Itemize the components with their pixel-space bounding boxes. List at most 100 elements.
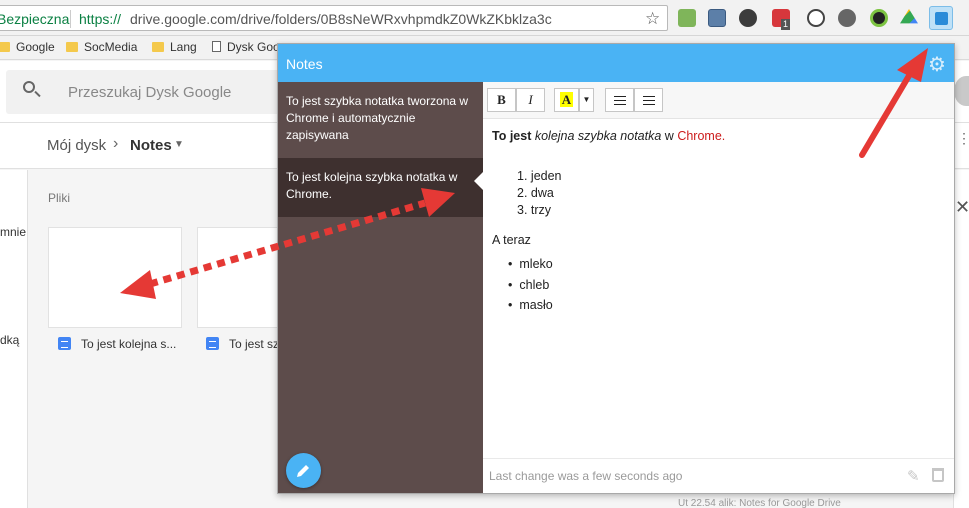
- details-panel: [953, 170, 969, 508]
- secure-label: Bezpieczna: [0, 11, 70, 27]
- editor-footer: Last change was a few seconds ago ✎: [483, 458, 954, 493]
- caret-down-icon[interactable]: ▼: [174, 139, 184, 150]
- rail-text[interactable]: mnie: [0, 225, 26, 239]
- notes-extension-button[interactable]: [929, 6, 953, 30]
- list-marker: 3.: [517, 203, 528, 217]
- bullet-list-icon: [613, 96, 626, 105]
- ordered-list-item: 1. jeden: [517, 168, 562, 185]
- text-color-button[interactable]: A: [554, 88, 579, 112]
- popup-title: Notes: [286, 56, 323, 72]
- address-bar: Bezpieczna https:// drive.google.com/dri…: [0, 0, 969, 36]
- search-input[interactable]: Przeszukaj Dysk Google: [68, 84, 231, 101]
- trash-icon[interactable]: [932, 468, 944, 482]
- bookmark-label: Dysk Goo: [227, 40, 280, 54]
- note-line-1: To jest kolejna szybka notatka w Chrome.: [492, 128, 947, 144]
- selected-note-pointer: [474, 172, 483, 190]
- breadcrumb-my-drive[interactable]: Mój dysk: [47, 137, 106, 154]
- drive-left-rail: mnie dką: [0, 170, 28, 508]
- gear-icon[interactable]: ⚙: [928, 52, 946, 77]
- bookmark-label: Google: [16, 40, 55, 54]
- note-editor: B I A ▼ To jest kolejna szybka notatka w…: [483, 82, 954, 493]
- numbered-list-button[interactable]: [634, 88, 663, 112]
- notes-icon: [935, 12, 948, 25]
- star-icon[interactable]: ☆: [645, 9, 660, 29]
- numbered-list-icon: [642, 96, 655, 105]
- extension-star-icon[interactable]: [708, 9, 726, 27]
- google-drive-icon[interactable]: [900, 9, 918, 24]
- bullet-list: mleko chleb masło: [508, 254, 553, 316]
- note-content[interactable]: To jest kolejna szybka notatka w Chrome.…: [492, 128, 947, 312]
- doc-icon: [206, 337, 219, 350]
- bookmark-google[interactable]: Google: [0, 40, 55, 54]
- folder-icon: [66, 42, 78, 52]
- list-item-text: trzy: [530, 203, 552, 217]
- note-list-item[interactable]: To jest szybka notatka tworzona w Chrome…: [278, 82, 483, 155]
- file-name[interactable]: To jest sz: [206, 337, 279, 351]
- bullet-list-item: mleko: [508, 254, 552, 275]
- bullet-list-item: chleb: [508, 275, 553, 296]
- notes-popup: Notes ⚙ To jest szybka notatka tworzona …: [277, 43, 955, 494]
- bookmark-dysk-google[interactable]: Dysk Goo: [212, 40, 280, 54]
- breadcrumb-separator: ›: [113, 135, 119, 152]
- file-name-text: To jest kolejna s...: [81, 337, 177, 351]
- folder-icon: [152, 42, 164, 52]
- url-text: drive.google.com/drive/folders/0B8sNeWRx…: [130, 11, 552, 27]
- bookmark-label: Lang: [170, 40, 197, 54]
- extension-evernote-clip-icon[interactable]: [678, 9, 696, 27]
- url-protocol: https://: [79, 11, 122, 27]
- list-item-text: dwa: [530, 186, 554, 200]
- pencil-icon: [297, 465, 309, 477]
- close-icon[interactable]: ✕: [955, 197, 969, 218]
- doc-icon: [58, 337, 71, 350]
- list-marker: 1.: [517, 169, 528, 183]
- page-icon: [212, 41, 221, 52]
- extension-pocket-icon[interactable]: 1: [772, 9, 791, 30]
- bold-text: To jest: [492, 129, 532, 143]
- details-activity-text: Ut 22.54 alik: Notes for Google Drive: [678, 498, 841, 508]
- drive-search-box[interactable]: Przeszukaj Dysk Google: [6, 70, 306, 114]
- red-text: Chrome: [677, 129, 722, 143]
- bullet-list-item: masło: [508, 295, 552, 316]
- italic-button[interactable]: I: [516, 88, 545, 112]
- note-list-item-selected[interactable]: To jest kolejna szybka notatka w Chrome.: [278, 158, 483, 217]
- bold-button[interactable]: B: [487, 88, 516, 112]
- italic-text: kolejna szybka notatka: [534, 129, 662, 143]
- text-color-icon: A: [559, 92, 574, 107]
- file-name[interactable]: To jest kolejna s...: [58, 337, 176, 351]
- editor-toolbar: B I A ▼: [483, 82, 954, 119]
- bookmark-label: SocMedia: [84, 40, 138, 54]
- search-icon[interactable]: [23, 81, 35, 93]
- extension-badge: 1: [781, 19, 791, 30]
- folder-icon: [0, 42, 10, 52]
- edit-icon[interactable]: ✎: [907, 467, 920, 485]
- extension-color-icon[interactable]: [870, 9, 888, 27]
- ordered-list-item: 3. trzy: [517, 202, 562, 219]
- url-separator: [70, 10, 71, 28]
- extension-evernote-icon[interactable]: [739, 9, 757, 27]
- plain-text: w: [664, 129, 674, 143]
- ordered-list-item: 2. dwa: [517, 185, 562, 202]
- file-thumbnail[interactable]: [48, 227, 182, 328]
- notes-list: To jest szybka notatka tworzona w Chrome…: [278, 82, 483, 493]
- last-change-status: Last change was a few seconds ago: [489, 469, 683, 483]
- more-vert-icon[interactable]: ⋮: [957, 130, 969, 147]
- list-marker: 2.: [517, 186, 528, 200]
- extension-lightbulb-icon[interactable]: [807, 9, 825, 27]
- red-text: .: [721, 129, 726, 143]
- bullet-list-button[interactable]: [605, 88, 634, 112]
- popup-header: Notes ⚙: [278, 44, 954, 82]
- browser-window: Bezpieczna https:// drive.google.com/dri…: [0, 0, 969, 508]
- ordered-list: 1. jeden 2. dwa 3. trzy: [517, 168, 562, 219]
- extension-chat-icon[interactable]: [838, 9, 856, 27]
- list-item-text: jeden: [530, 169, 562, 183]
- new-note-button[interactable]: [286, 453, 321, 488]
- files-section-label: Pliki: [48, 191, 71, 205]
- file-name-text: To jest sz: [229, 337, 280, 351]
- bookmark-lang[interactable]: Lang: [152, 40, 197, 54]
- text-color-dropdown[interactable]: ▼: [579, 88, 594, 112]
- breadcrumb-current-folder[interactable]: Notes: [130, 137, 172, 154]
- url-box[interactable]: Bezpieczna https:// drive.google.com/dri…: [0, 5, 668, 31]
- bookmark-socmedia[interactable]: SocMedia: [66, 40, 137, 54]
- rail-text[interactable]: dką: [0, 333, 19, 347]
- note-paragraph: A teraz: [492, 233, 531, 247]
